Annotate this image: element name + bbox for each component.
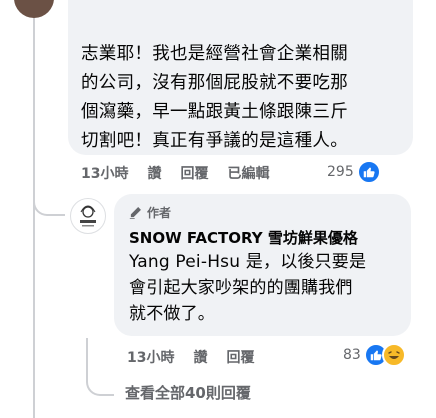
reply-like-button[interactable]: 讚 — [193, 347, 207, 367]
thread-connector-view-all — [86, 338, 114, 396]
commenter-avatar[interactable] — [14, 0, 54, 18]
reply-text: Yang Pei-Hsu 是，以後只要是 會引起大家吵架的的團購我們 就不做了。 — [129, 249, 407, 327]
comment-line: 志業耶！我也是經營社會企業相關 — [81, 44, 348, 64]
reply-line: Yang Pei-Hsu 是，以後只要是 — [129, 252, 367, 272]
thread-connector-reply — [33, 186, 65, 216]
snow-factory-logo-icon[interactable] — [70, 198, 106, 234]
haha-icon — [381, 343, 406, 367]
comment-line: 個瀉藥，早一點跟黃土條跟陳三斤 — [81, 102, 348, 122]
comment-actions: 13小時 讚 回覆 已編輯 — [81, 163, 269, 183]
like-icon — [356, 160, 381, 184]
reaction-count: 295 — [327, 164, 354, 180]
reply-author-name[interactable]: SNOW FACTORY 雪坊鮮果優格 — [129, 227, 358, 248]
comment-reactions[interactable]: 295 — [327, 160, 381, 184]
reply-reactions[interactable]: 83 — [343, 343, 406, 367]
reply-line: 就不做了。 — [129, 304, 215, 324]
edited-label[interactable]: 已編輯 — [227, 163, 269, 183]
reply-reaction-count: 83 — [343, 347, 361, 363]
reply-actions: 13小時 讚 回覆 — [127, 347, 254, 367]
comment-text: 志業耶！我也是經營社會企業相關 的公司，沒有那個屁股就不要吃那 個瀉藥，早一點跟… — [81, 40, 401, 156]
author-badge-label: 作者 — [147, 206, 172, 220]
reply-reply-button[interactable]: 回覆 — [226, 347, 254, 367]
reply-button[interactable]: 回覆 — [180, 163, 208, 183]
reply-line: 會引起大家吵架的的團購我們 — [129, 278, 353, 298]
comment-line: 的公司，沒有那個屁股就不要吃那 — [81, 73, 348, 93]
view-all-replies-link[interactable]: 查看全部40則回覆 — [125, 382, 251, 403]
reply-time[interactable]: 13小時 — [127, 347, 174, 367]
pencil-icon — [129, 206, 142, 219]
like-button[interactable]: 讚 — [147, 163, 161, 183]
comment-line: 切割吧！真正有爭議的是這種人。 — [81, 131, 348, 151]
comment-time[interactable]: 13小時 — [81, 163, 128, 183]
author-badge: 作者 — [129, 204, 171, 221]
